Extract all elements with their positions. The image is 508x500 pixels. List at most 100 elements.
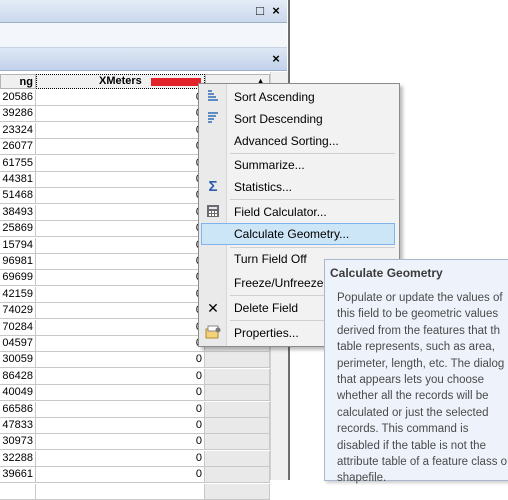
cell-prev[interactable]: 44381 — [0, 172, 36, 188]
cell-prev[interactable]: 30059 — [0, 352, 36, 369]
cell-prev[interactable]: 96981 — [0, 254, 36, 270]
cell-prev[interactable]: 42159 — [0, 286, 36, 303]
cell-xmeters[interactable]: 0 — [36, 237, 205, 254]
cell-next[interactable] — [205, 467, 270, 484]
cell-xmeters[interactable]: 0 — [36, 450, 205, 467]
cell-xmeters[interactable]: 0 — [36, 270, 205, 287]
cell-next[interactable] — [205, 385, 270, 402]
cell-xmeters[interactable]: 0 — [36, 352, 205, 369]
cell-prev[interactable]: 39286 — [0, 106, 36, 123]
table-row[interactable]: 32288 0 — [0, 450, 270, 467]
cell-prev[interactable] — [0, 483, 36, 500]
cell-xmeters[interactable]: 0 — [36, 106, 205, 123]
menu-item-field-calculator[interactable]: Field Calculator... — [201, 201, 395, 223]
tooltip-body: Populate or update the values of this fi… — [337, 290, 508, 487]
cell-prev[interactable]: 40049 — [0, 385, 36, 402]
cell-prev[interactable]: 39661 — [0, 467, 36, 484]
menu-item-label: Advanced Sorting... — [234, 134, 339, 148]
cell-prev[interactable]: 23324 — [0, 122, 36, 139]
cell-next[interactable] — [205, 401, 270, 418]
tooltip-line: that appears lets you choose — [337, 374, 485, 387]
cell-xmeters[interactable]: 0 — [36, 139, 205, 156]
restore-icon[interactable]: □ — [253, 4, 267, 18]
cell-xmeters[interactable]: 0 — [36, 434, 205, 451]
menu-item-label: Sort Descending — [234, 112, 323, 126]
cell-next[interactable] — [205, 352, 270, 369]
cell-prev[interactable]: 20586 — [0, 90, 36, 106]
close-icon[interactable]: × — [269, 4, 283, 18]
cell-next[interactable] — [205, 450, 270, 467]
table-row[interactable]: 66586 0 — [0, 401, 270, 418]
cell-xmeters[interactable]: 0 — [36, 286, 205, 303]
tooltip-title: Calculate Geometry — [330, 266, 443, 280]
column-header-xmeters[interactable]: XMeters — [36, 74, 205, 89]
table-row[interactable]: 39661 0 — [0, 467, 270, 484]
window-titlebar[interactable]: □ × — [0, 0, 287, 23]
cell-next[interactable] — [205, 483, 270, 500]
menu-item-label: Turn Field Off — [234, 252, 307, 266]
menu-separator — [230, 199, 395, 200]
menu-item-sort-descending[interactable]: Sort Descending — [201, 108, 395, 130]
cell-xmeters[interactable]: 0 — [36, 90, 205, 106]
sort-descending-icon — [205, 111, 221, 127]
menu-item-calculate-geometry[interactable]: Calculate Geometry... — [201, 223, 395, 245]
cell-next[interactable] — [205, 418, 270, 434]
cell-xmeters[interactable]: 0 — [36, 204, 205, 221]
cell-prev[interactable]: 32288 — [0, 450, 36, 467]
tooltip-line: records. This command is — [337, 423, 469, 436]
cell-prev[interactable]: 26077 — [0, 139, 36, 156]
cell-prev[interactable]: 86428 — [0, 368, 36, 385]
menu-item-label: Sort Ascending — [234, 90, 315, 104]
cell-xmeters[interactable]: 0 — [36, 122, 205, 139]
tooltip-line: calculated or just the selected — [337, 406, 489, 419]
cell-xmeters[interactable]: 0 — [36, 467, 205, 484]
table-row[interactable]: 30059 0 — [0, 352, 270, 369]
toolbar-strip — [0, 23, 287, 48]
cell-prev[interactable]: 30973 — [0, 434, 36, 451]
menu-item-statistics[interactable]: Σ Statistics... — [201, 176, 395, 198]
cell-xmeters[interactable]: 0 — [36, 303, 205, 320]
table-row[interactable] — [0, 483, 270, 500]
menu-item-summarize[interactable]: Summarize... — [201, 154, 395, 176]
table-row[interactable]: 86428 0 — [0, 368, 270, 385]
cell-prev[interactable]: 61755 — [0, 155, 36, 172]
table-row[interactable]: 40049 0 — [0, 385, 270, 402]
tooltip-line: derived from the features that th — [337, 324, 501, 337]
cell-xmeters[interactable]: 0 — [36, 188, 205, 205]
cell-next[interactable] — [205, 434, 270, 451]
panel-close-icon[interactable]: × — [269, 52, 283, 66]
column-header-prev[interactable]: ng — [0, 74, 36, 89]
cell-xmeters[interactable]: 0 — [36, 418, 205, 434]
cell-prev[interactable]: 04597 — [0, 336, 36, 352]
table-panel-titlebar[interactable]: × — [0, 48, 287, 71]
menu-item-sort-ascending[interactable]: Sort Ascending — [201, 86, 395, 108]
menu-item-advanced-sorting[interactable]: Advanced Sorting... — [201, 130, 395, 152]
cell-xmeters[interactable]: 0 — [36, 254, 205, 270]
table-row[interactable]: 47833 0 — [0, 418, 270, 434]
cell-prev[interactable]: 74029 — [0, 303, 36, 320]
cell-xmeters[interactable]: 0 — [36, 336, 205, 352]
menu-item-label: Calculate Geometry... — [234, 227, 350, 241]
cell-prev[interactable]: 15794 — [0, 237, 36, 254]
delete-x-icon: ✕ — [207, 300, 219, 316]
cell-xmeters[interactable]: 0 — [36, 368, 205, 385]
cell-prev[interactable]: 47833 — [0, 418, 36, 434]
cell-xmeters[interactable]: 0 — [36, 221, 205, 238]
cell-xmeters[interactable]: 0 — [36, 155, 205, 172]
cell-prev[interactable]: 38493 — [0, 204, 36, 221]
sort-ascending-icon — [205, 89, 221, 105]
cell-prev[interactable]: 66586 — [0, 401, 36, 418]
cell-next[interactable] — [205, 368, 270, 385]
cell-xmeters[interactable] — [36, 483, 205, 500]
cell-xmeters[interactable]: 0 — [36, 385, 205, 402]
cell-prev[interactable]: 51468 — [0, 188, 36, 205]
selected-column-indicator — [151, 78, 201, 86]
menu-item-label: Delete Field — [234, 301, 299, 315]
cell-xmeters[interactable]: 0 — [36, 319, 205, 336]
cell-xmeters[interactable]: 0 — [36, 172, 205, 188]
cell-xmeters[interactable]: 0 — [36, 401, 205, 418]
cell-prev[interactable]: 25869 — [0, 221, 36, 238]
table-row[interactable]: 30973 0 — [0, 434, 270, 451]
cell-prev[interactable]: 70284 — [0, 319, 36, 336]
cell-prev[interactable]: 69699 — [0, 270, 36, 287]
